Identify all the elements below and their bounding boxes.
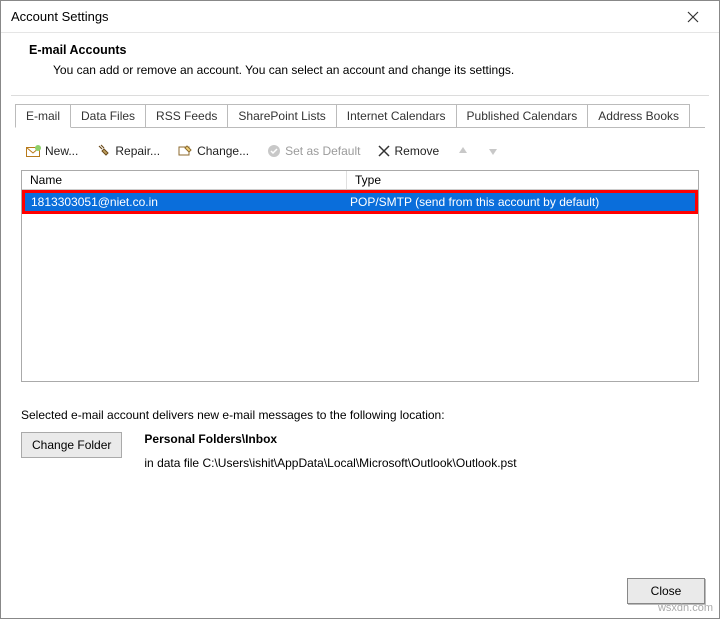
path-prefix: in data file [144,456,202,470]
repair-button[interactable]: Repair... [91,140,165,162]
new-mail-icon [26,145,41,158]
arrow-up-icon [457,145,469,157]
close-button[interactable]: Close [627,578,705,604]
column-header-type[interactable]: Type [347,171,698,189]
table-header: Name Type [22,171,698,190]
window-close-button[interactable] [673,3,713,31]
header-subtext: You can add or remove an account. You ca… [53,63,703,77]
tab-label: E-mail [26,109,60,123]
button-label: Set as Default [285,144,360,158]
folder-info: Personal Folders\Inbox in data file C:\U… [144,432,516,470]
header-heading: E-mail Accounts [29,43,703,57]
tab-strip: E-mail Data Files RSS Feeds SharePoint L… [1,104,719,128]
watermark: wsxdn.com [658,602,713,614]
arrow-down-icon [487,145,499,157]
button-label: Repair... [115,144,160,158]
change-folder-button[interactable]: Change Folder [21,432,122,458]
tab-published-calendars[interactable]: Published Calendars [456,104,589,128]
button-label: Change... [197,144,249,158]
table-body: 1813303051@niet.co.in POP/SMTP (send fro… [22,190,698,381]
button-label: Remove [394,144,439,158]
path-value: C:\Users\ishit\AppData\Local\Microsoft\O… [202,456,516,470]
tab-label: Internet Calendars [347,109,446,123]
footer: Close [1,570,719,618]
close-icon [687,11,699,23]
tab-label: Address Books [598,109,679,123]
titlebar: Account Settings [1,1,719,33]
tab-label: Published Calendars [467,109,578,123]
delivery-text: Selected e-mail account delivers new e-m… [21,408,699,422]
tab-label: RSS Feeds [156,109,217,123]
tab-email[interactable]: E-mail [15,104,71,128]
table-row[interactable]: 1813303051@niet.co.in POP/SMTP (send fro… [22,190,698,214]
tab-data-files[interactable]: Data Files [70,104,146,128]
toolbar: New... Repair... Change... Set as Defaul… [21,140,699,170]
set-default-button: Set as Default [262,140,365,162]
header: E-mail Accounts You can add or remove an… [1,33,719,91]
button-label: New... [45,144,78,158]
repair-icon [96,144,111,158]
delivery-folder: Personal Folders\Inbox [144,432,516,446]
delivery-path: in data file C:\Users\ishit\AppData\Loca… [144,456,516,470]
cell-type: POP/SMTP (send from this account by defa… [344,193,695,211]
tab-address-books[interactable]: Address Books [587,104,690,128]
change-button[interactable]: Change... [173,140,254,162]
tab-rss-feeds[interactable]: RSS Feeds [145,104,228,128]
tab-sharepoint-lists[interactable]: SharePoint Lists [227,104,336,128]
move-down-button [482,141,504,161]
cell-name: 1813303051@niet.co.in [25,193,344,211]
window-title: Account Settings [11,9,673,24]
tab-label: SharePoint Lists [238,109,325,123]
tab-content: New... Repair... Change... Set as Defaul… [1,128,719,570]
account-settings-window: Account Settings E-mail Accounts You can… [0,0,720,619]
remove-icon [378,145,390,157]
column-header-name[interactable]: Name [22,171,347,189]
move-up-button [452,141,474,161]
delivery-row: Change Folder Personal Folders\Inbox in … [21,432,699,470]
divider [11,95,709,96]
tab-internet-calendars[interactable]: Internet Calendars [336,104,457,128]
tab-label: Data Files [81,109,135,123]
check-circle-icon [267,144,281,158]
new-button[interactable]: New... [21,140,83,162]
change-icon [178,144,193,158]
remove-button[interactable]: Remove [373,140,444,162]
accounts-table: Name Type 1813303051@niet.co.in POP/SMTP… [21,170,699,382]
